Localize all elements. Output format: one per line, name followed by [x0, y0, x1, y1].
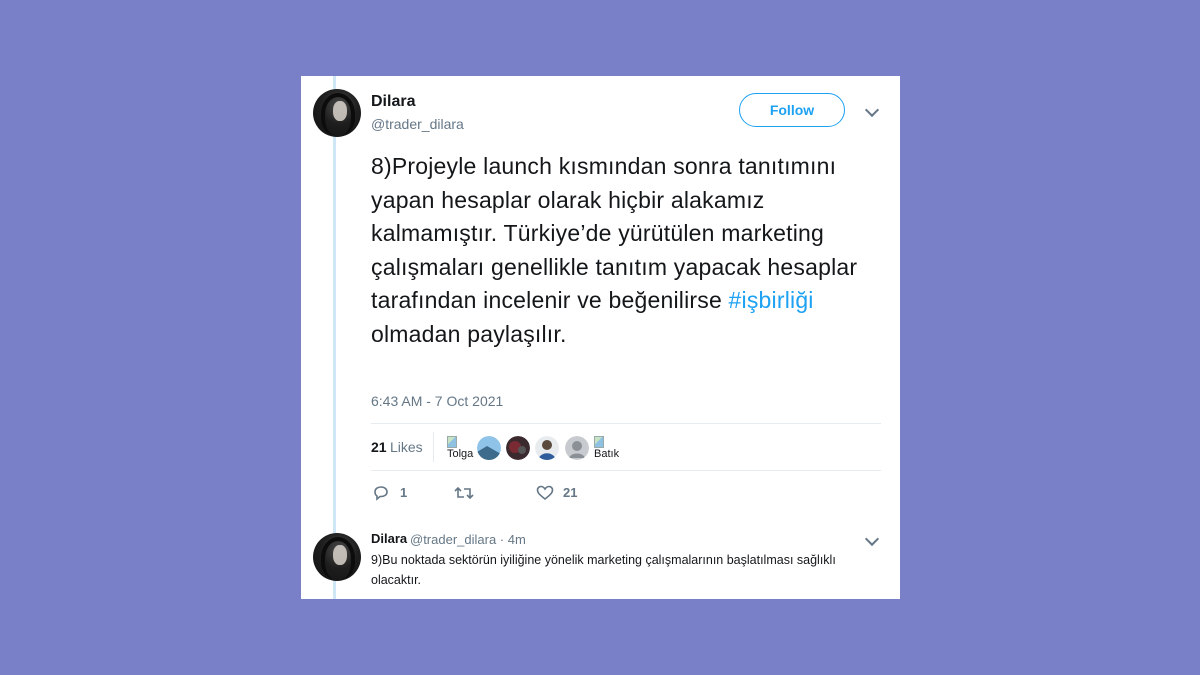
hashtag-link[interactable]: #işbirliği	[729, 287, 814, 313]
tweet-timestamp[interactable]: 6:43 AM - 7 Oct 2021	[371, 393, 503, 409]
reply-count[interactable]: 1	[400, 485, 407, 500]
liker-avatar[interactable]: Tolga	[447, 436, 473, 460]
thread-line	[333, 76, 336, 599]
heart-icon[interactable]	[536, 485, 554, 501]
liker-avatar[interactable]	[565, 436, 589, 460]
reply-author-name[interactable]: Dilara	[371, 531, 407, 546]
likes-label[interactable]: Likes	[390, 439, 423, 455]
reply-icon[interactable]	[372, 485, 390, 501]
retweet-icon[interactable]	[454, 485, 474, 501]
avatar-image	[535, 436, 559, 460]
reply-meta[interactable]: @trader_dilara · 4m	[410, 532, 526, 547]
avatar-image	[477, 436, 501, 460]
likes-separator	[433, 432, 434, 462]
follow-button[interactable]: Follow	[739, 93, 845, 127]
liker-avatar[interactable]	[535, 436, 559, 460]
reply-text: 9)Bu noktada sektörün iyiliğine yönelik …	[371, 553, 836, 587]
divider	[371, 423, 881, 424]
liker-avatar[interactable]	[506, 436, 530, 460]
liker-avatar[interactable]: Batık	[594, 436, 619, 460]
liker-alt-text: Batık	[594, 448, 620, 460]
author-avatar[interactable]	[313, 89, 361, 137]
tweet-text-end: olmadan paylaşılır.	[371, 320, 567, 347]
reply-author-avatar[interactable]	[313, 533, 361, 581]
broken-image-icon	[447, 436, 457, 448]
broken-image-icon	[594, 436, 604, 448]
divider	[371, 470, 881, 471]
tweet-text: 8)Projeyle launch kısmından sonra tanıtı…	[371, 150, 871, 351]
likes-count[interactable]: 21	[371, 439, 387, 455]
avatar-image	[506, 436, 530, 460]
avatar-image	[565, 436, 589, 460]
like-count[interactable]: 21	[563, 485, 577, 500]
author-handle[interactable]: @trader_dilara	[371, 116, 464, 132]
author-name[interactable]: Dilara	[371, 93, 415, 111]
liker-avatar[interactable]	[477, 436, 501, 460]
liker-alt-text: Tolga	[447, 448, 474, 460]
